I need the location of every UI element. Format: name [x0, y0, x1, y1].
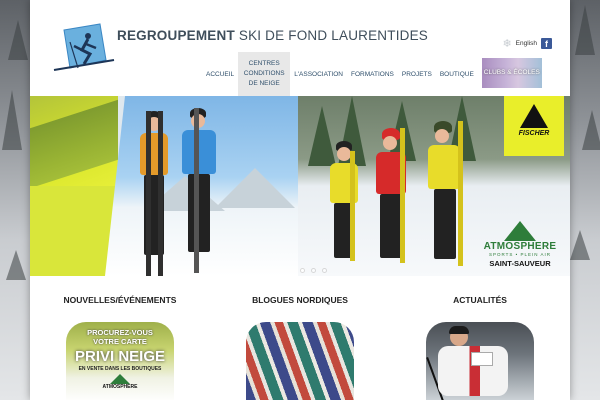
site-logo[interactable]: [48, 22, 120, 82]
promo-brand: ATMOSPHERE: [102, 384, 138, 390]
facebook-icon[interactable]: f: [541, 38, 552, 49]
promo-line3: EN VENTE DANS LES BOUTIQUES: [78, 366, 162, 372]
nav-clubs-ecoles[interactable]: CLUBS & ÉCOLES: [481, 52, 542, 96]
section-title-blogues[interactable]: BLOGUES NORDIQUES: [210, 295, 390, 305]
mountain-icon: [504, 221, 536, 241]
page-container: REGROUPEMENT SKI DE FOND LAURENTIDES ❄ E…: [30, 0, 570, 400]
fischer-triangle-icon: [520, 104, 548, 128]
slide-dot-2[interactable]: [311, 268, 316, 273]
promo-headline: PRIVI NEIGE: [74, 348, 166, 365]
site-header: REGROUPEMENT SKI DE FOND LAURENTIDES ❄ E…: [30, 0, 570, 96]
atmosphere-sponsor-logo[interactable]: ATMOSPHERE SPORTS • PLEIN AIR SAINT-SAUV…: [480, 221, 560, 268]
racer-thumbnail[interactable]: [426, 322, 534, 400]
section-nouvelles: NOUVELLES/ÉVÉNEMENTS PROCUREZ-VOUS VOTRE…: [30, 276, 210, 400]
mountain-icon: [110, 374, 130, 384]
slider-pagination: [300, 268, 327, 273]
promo-line2: VOTRE CARTE: [93, 337, 147, 346]
snowflake-icon: ❄: [502, 38, 512, 50]
section-blogues: BLOGUES NORDIQUES: [210, 276, 390, 400]
english-link[interactable]: English: [516, 40, 537, 47]
skis-rack-thumbnail[interactable]: [246, 322, 354, 400]
atmosphere-subtitle: SPORTS • PLEIN AIR: [488, 252, 551, 257]
section-actualites: ACTUALITÉS: [390, 276, 570, 400]
promo-line1: PROCUREZ-VOUS: [87, 328, 153, 337]
nav-formations[interactable]: FORMATIONS: [347, 52, 398, 96]
content-sections: NOUVELLES/ÉVÉNEMENTS PROCUREZ-VOUS VOTRE…: [30, 276, 570, 400]
slide-dot-3[interactable]: [322, 268, 327, 273]
site-title-rest: SKI DE FOND LAURENTIDES: [234, 28, 429, 43]
nav-association[interactable]: L'ASSOCIATION: [290, 52, 347, 96]
banner-yellow-panel: [30, 96, 118, 276]
fischer-label: FISCHER: [518, 130, 550, 137]
section-title-nouvelles[interactable]: NOUVELLES/ÉVÉNEMENTS: [30, 295, 210, 305]
privi-neige-promo-thumbnail[interactable]: PROCUREZ-VOUS VOTRE CARTE PRIVI NEIGE EN…: [66, 322, 174, 400]
nav-accueil[interactable]: ACCUEIL: [202, 52, 238, 96]
fischer-sponsor-logo[interactable]: FISCHER: [504, 96, 564, 156]
section-title-actualites[interactable]: ACTUALITÉS: [390, 295, 570, 305]
nav-projets[interactable]: PROJETS: [398, 52, 436, 96]
nav-centres-conditions-neige[interactable]: CENTRES CONDITIONS DE NEIGE: [238, 52, 291, 96]
site-title[interactable]: REGROUPEMENT SKI DE FOND LAURENTIDES: [117, 28, 428, 43]
nav-boutique[interactable]: BOUTIQUE: [436, 52, 478, 96]
atmosphere-location: SAINT-SAUVEUR: [489, 259, 551, 268]
atmosphere-name: ATMOSPHERE: [483, 241, 557, 252]
language-switcher: ❄ English f: [502, 37, 552, 50]
nav-clubs-label: CLUBS & ÉCOLES: [481, 57, 542, 88]
site-title-bold: REGROUPEMENT: [117, 28, 235, 43]
slide-dot-1[interactable]: [300, 268, 305, 273]
main-nav: ACCUEIL CENTRES CONDITIONS DE NEIGE L'AS…: [202, 52, 542, 96]
hero-slider[interactable]: FISCHER ATMOSPHERE SPORTS • PLEIN AIR SA…: [30, 96, 570, 276]
